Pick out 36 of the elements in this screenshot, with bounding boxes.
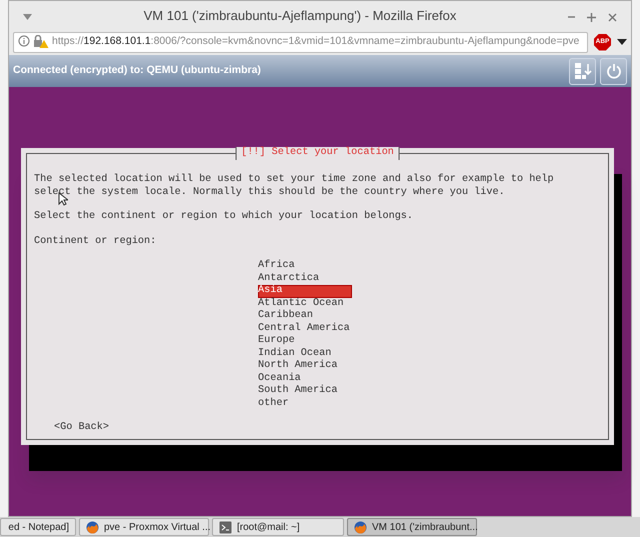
window-title: VM 101 ('zimbraubuntu-Ajeflampung') - Mozilla Firefox — [142, 7, 458, 26]
minimize-icon — [568, 16, 575, 18]
prompt-text: Select the continent or region to which your location belongs. — [34, 211, 414, 224]
taskbar-button[interactable]: VM 101 ('zimbraubunt... — [347, 518, 477, 536]
region-option[interactable]: Antarctica — [258, 272, 352, 285]
power-icon — [604, 62, 622, 80]
intro-text: The selected location will be used to set your time zone and also for example to help select the system locale. Normally this should be the country where you live. — [34, 174, 555, 199]
region-option[interactable]: Africa — [258, 260, 352, 272]
region-option[interactable]: Oceania — [258, 372, 352, 385]
close-icon — [608, 12, 617, 22]
plus-icon — [587, 12, 596, 22]
connection-status: Connected (encrypted) to: QEMU (ubuntu-zimbra) — [13, 63, 262, 78]
browser-globe-icon — [354, 520, 367, 534]
browser-globe-icon — [86, 520, 99, 534]
keys-arrow-icon — [574, 62, 592, 80]
taskbar-button[interactable]: ed - Notepad] — [0, 518, 76, 536]
region-option[interactable]: other — [258, 398, 352, 410]
taskbar-button[interactable]: pve - Proxmox Virtual ... — [79, 518, 209, 536]
go-back-button[interactable]: <Go Back> — [54, 422, 110, 434]
caret-icon — [23, 14, 32, 20]
lock-warning-icon — [33, 34, 49, 50]
list-label: Continent or region: — [34, 236, 158, 248]
url-text: https://192.168.101.1:8006/?console=kvm&novnc=1&vmid=101&vmname=zimbraubuntu-Ajeflampung&node=pve — [52, 34, 580, 50]
dialog-title: [!!] Select your location — [235, 147, 400, 160]
taskbar-button[interactable]: [root@mail: ~] — [212, 518, 344, 536]
region-option[interactable]: South America — [258, 385, 352, 398]
region-option[interactable]: Central America — [258, 322, 352, 335]
address-bar[interactable]: https://192.168.101.1:8006/?console=kvm&novnc=1&vmid=101&vmname=zimbraubuntu-Ajeflampung&node=pve — [13, 32, 588, 52]
region-option[interactable]: North America — [258, 360, 352, 372]
region-option[interactable]: Europe — [258, 335, 352, 348]
region-option[interactable]: Indian Ocean — [258, 348, 352, 360]
region-option[interactable]: Asia — [258, 285, 352, 298]
region-option[interactable]: Caribbean — [258, 310, 352, 322]
terminal-icon — [219, 520, 232, 534]
send-keys-button[interactable] — [569, 58, 596, 84]
region-option[interactable]: Atlantic Ocean — [258, 298, 352, 310]
